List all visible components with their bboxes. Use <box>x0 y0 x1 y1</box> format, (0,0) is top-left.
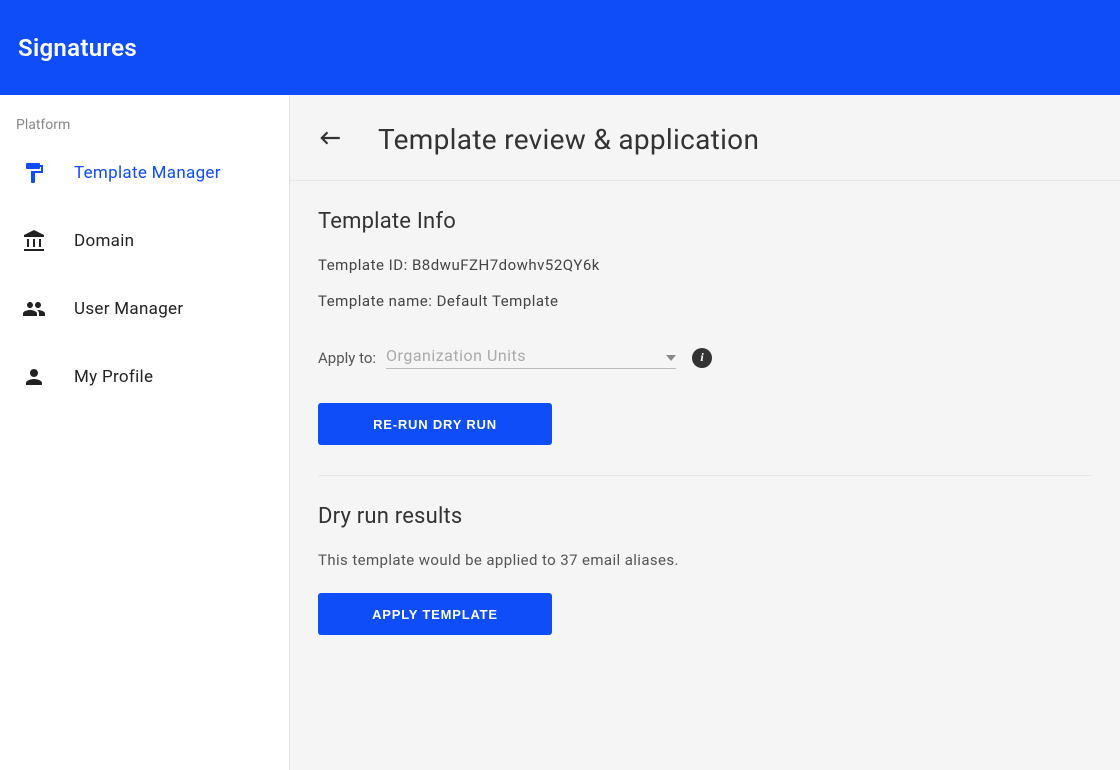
back-button[interactable] <box>316 126 344 154</box>
template-id-label: Template ID: <box>318 256 408 274</box>
template-name-line: Template name: Default Template <box>318 292 1092 310</box>
template-id-value: B8dwuFZH7dowhv52QY6k <box>412 256 600 274</box>
rerun-dry-run-button[interactable]: RE-RUN DRY RUN <box>318 403 552 445</box>
info-icon: i <box>700 350 703 365</box>
info-tooltip-button[interactable]: i <box>692 348 712 368</box>
sidebar-section-label: Platform <box>0 117 289 139</box>
dry-run-heading: Dry run results <box>318 504 1092 529</box>
dry-run-section: Dry run results This template would be a… <box>290 504 1120 635</box>
apply-to-label: Apply to: <box>318 349 376 367</box>
apply-to-select[interactable]: Organization Units <box>386 346 676 369</box>
page-title: Template review & application <box>378 123 759 156</box>
sidebar-item-domain[interactable]: Domain <box>0 207 289 275</box>
page-title-row: Template review & application <box>290 123 1120 181</box>
apply-to-placeholder: Organization Units <box>386 346 526 365</box>
dry-run-summary: This template would be applied to 37 ema… <box>318 551 1092 569</box>
template-id-line: Template ID: B8dwuFZH7dowhv52QY6k <box>318 256 1092 274</box>
person-icon <box>22 365 46 389</box>
sidebar: Platform Template Manager Domain User Ma… <box>0 95 290 770</box>
format-paint-icon <box>22 161 46 185</box>
sidebar-item-label: User Manager <box>74 299 183 319</box>
app-container: Platform Template Manager Domain User Ma… <box>0 95 1120 770</box>
main-content: Template review & application Template I… <box>290 95 1120 770</box>
template-info-section: Template Info Template ID: B8dwuFZH7dowh… <box>290 209 1120 445</box>
apply-template-button[interactable]: APPLY TEMPLATE <box>318 593 552 635</box>
app-title: Signatures <box>18 34 137 62</box>
sidebar-item-label: My Profile <box>74 367 153 387</box>
users-icon <box>22 297 46 321</box>
sidebar-item-my-profile[interactable]: My Profile <box>0 343 289 411</box>
sidebar-item-label: Template Manager <box>74 163 221 183</box>
apply-to-row: Apply to: Organization Units i <box>318 346 1092 369</box>
template-info-heading: Template Info <box>318 209 1092 234</box>
template-name-label: Template name: <box>318 292 432 310</box>
section-divider <box>318 475 1092 476</box>
domain-icon <box>22 229 46 253</box>
sidebar-item-user-manager[interactable]: User Manager <box>0 275 289 343</box>
sidebar-item-label: Domain <box>74 231 134 251</box>
chevron-down-icon <box>666 346 676 365</box>
app-header: Signatures <box>0 0 1120 95</box>
divider-section <box>290 475 1120 476</box>
template-name-value: Default Template <box>437 292 559 310</box>
back-arrow-icon <box>317 125 343 155</box>
sidebar-item-template-manager[interactable]: Template Manager <box>0 139 289 207</box>
